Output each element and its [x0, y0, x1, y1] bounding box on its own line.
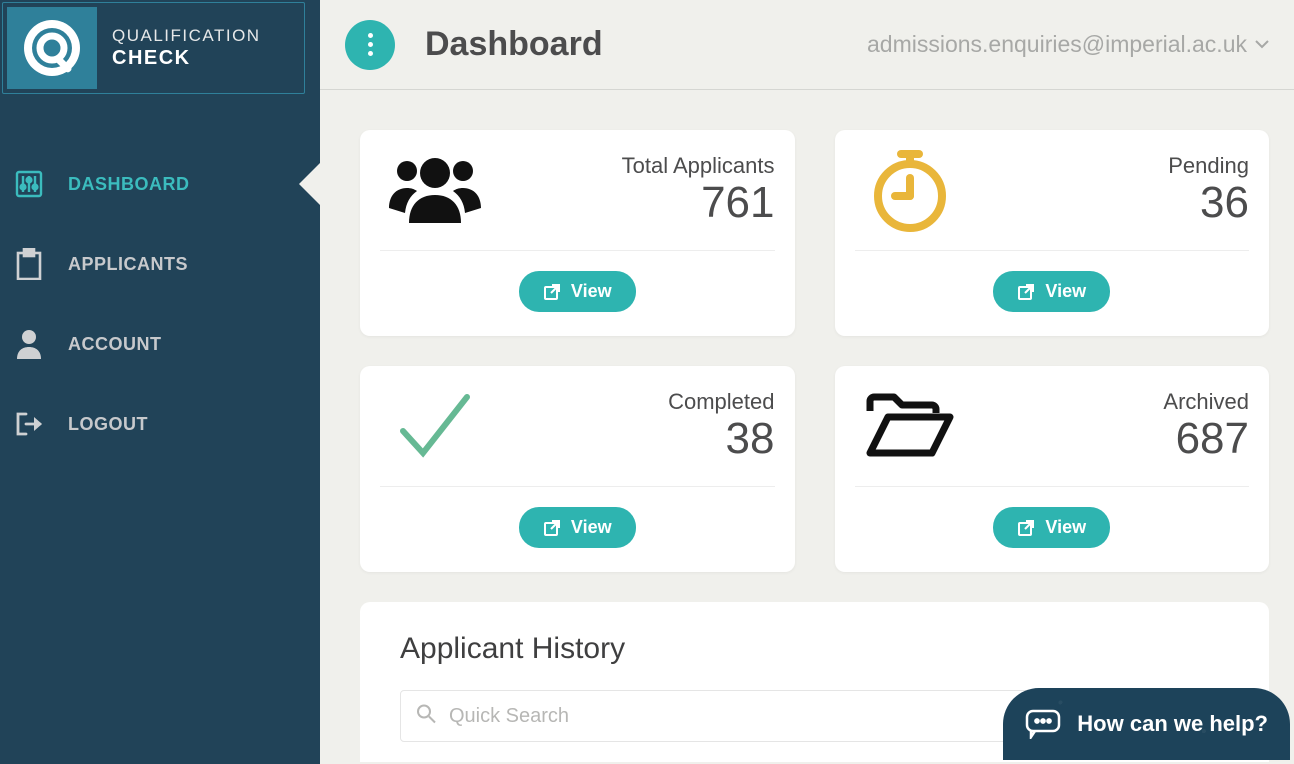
folder-open-icon: [855, 386, 965, 466]
sidebar-item-dashboard[interactable]: DASHBOARD: [0, 144, 320, 224]
view-pending-button[interactable]: View: [993, 271, 1110, 312]
logo-icon: [20, 16, 84, 80]
card-label: Archived: [1163, 389, 1249, 415]
sidebar-item-label: ACCOUNT: [68, 334, 162, 355]
stat-cards: Total Applicants 761 View: [320, 90, 1294, 572]
button-label: View: [571, 517, 612, 538]
card-value: 36: [1168, 179, 1249, 227]
button-label: View: [1045, 281, 1086, 302]
external-link-icon: [543, 519, 561, 537]
view-completed-button[interactable]: View: [519, 507, 636, 548]
brand-mark: [7, 7, 97, 89]
view-total-button[interactable]: View: [519, 271, 636, 312]
view-archived-button[interactable]: View: [993, 507, 1110, 548]
chat-icon: [1025, 709, 1061, 739]
card-value: 38: [668, 415, 774, 463]
brand-line1: QUALIFICATION: [112, 25, 261, 46]
chevron-down-icon: [1255, 40, 1269, 49]
sidebar-item-applicants[interactable]: APPLICANTS: [0, 224, 320, 304]
external-link-icon: [1017, 519, 1035, 537]
search-icon: [416, 704, 436, 729]
card-label: Completed: [668, 389, 774, 415]
sidebar-item-label: LOGOUT: [68, 414, 148, 435]
external-link-icon: [543, 283, 561, 301]
sliders-icon: [14, 169, 44, 199]
brand-line2: CHECK: [112, 46, 261, 71]
button-label: View: [571, 281, 612, 302]
card-completed: Completed 38 View: [360, 366, 795, 572]
sidebar: QUALIFICATION CHECK DASHBOARD: [0, 0, 320, 764]
page-title: Dashboard: [425, 25, 603, 64]
people-icon: [380, 150, 490, 230]
help-text: How can we help?: [1077, 711, 1268, 737]
button-label: View: [1045, 517, 1086, 538]
brand-text: QUALIFICATION CHECK: [97, 25, 261, 71]
sidebar-nav: DASHBOARD APPLICANTS ACCOUNT: [0, 144, 320, 464]
user-icon: [14, 329, 44, 359]
card-label: Total Applicants: [622, 153, 775, 179]
logout-icon: [14, 409, 44, 439]
kebab-icon: [368, 31, 373, 58]
card-total-applicants: Total Applicants 761 View: [360, 130, 795, 336]
brand-logo[interactable]: QUALIFICATION CHECK: [2, 2, 305, 94]
card-pending: Pending 36 View: [835, 130, 1270, 336]
card-value: 761: [622, 179, 775, 227]
user-dropdown[interactable]: admissions.enquiries@imperial.ac.uk: [867, 31, 1269, 58]
kebab-menu-button[interactable]: [345, 20, 395, 70]
external-link-icon: [1017, 283, 1035, 301]
history-title: Applicant History: [400, 632, 1229, 666]
user-email: admissions.enquiries@imperial.ac.uk: [867, 31, 1247, 58]
card-label: Pending: [1168, 153, 1249, 179]
topbar: Dashboard admissions.enquiries@imperial.…: [320, 0, 1294, 90]
main: Dashboard admissions.enquiries@imperial.…: [320, 0, 1294, 764]
sidebar-item-account[interactable]: ACCOUNT: [0, 304, 320, 384]
help-widget[interactable]: How can we help?: [1003, 688, 1290, 760]
card-archived: Archived 687 View: [835, 366, 1270, 572]
card-value: 687: [1163, 415, 1249, 463]
sidebar-item-label: APPLICANTS: [68, 254, 188, 275]
clipboard-icon: [14, 249, 44, 279]
sidebar-item-logout[interactable]: LOGOUT: [0, 384, 320, 464]
check-icon: [380, 386, 490, 466]
stopwatch-icon: [855, 150, 965, 230]
sidebar-item-label: DASHBOARD: [68, 174, 190, 195]
